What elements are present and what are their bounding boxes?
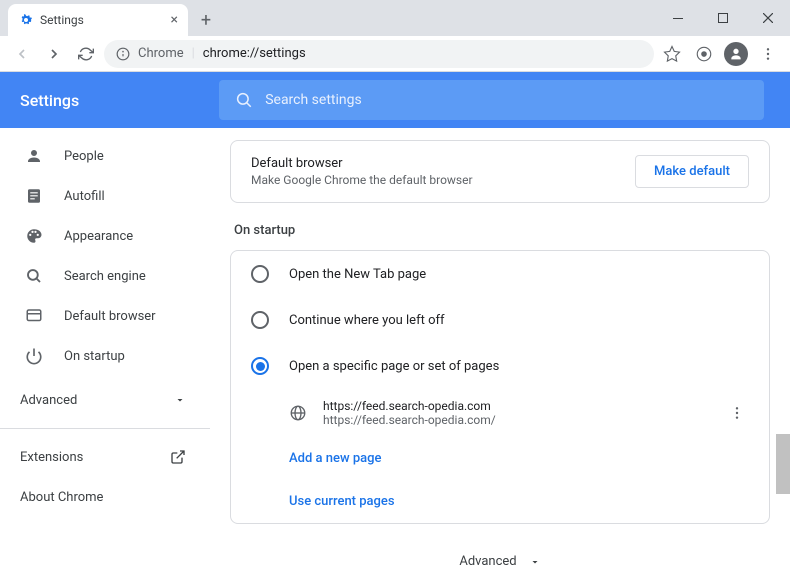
settings-content: Default browser Make Google Chrome the d… <box>210 128 790 574</box>
palette-icon <box>24 227 44 245</box>
startup-radio-new-tab[interactable]: Open the New Tab page <box>231 251 769 297</box>
maximize-button[interactable] <box>700 0 745 36</box>
sidebar-item-label: Appearance <box>64 229 133 244</box>
radio-selected-icon <box>251 357 269 375</box>
omnibox-url: chrome://settings <box>203 46 306 61</box>
close-tab-icon[interactable]: × <box>171 12 178 28</box>
person-icon <box>24 147 44 165</box>
window-titlebar: Settings × + <box>0 0 790 36</box>
default-browser-subtitle: Make Google Chrome the default browser <box>251 173 473 187</box>
advanced-label: Advanced <box>459 554 516 569</box>
radio-unselected-icon <box>251 311 269 329</box>
omnibox-prefix: Chrome <box>138 46 184 61</box>
tab-title: Settings <box>40 13 84 27</box>
browser-icon <box>24 307 44 325</box>
sidebar-extensions-label: Extensions <box>20 450 83 465</box>
reload-button[interactable] <box>72 40 100 68</box>
sidebar-about-label: About Chrome <box>20 490 103 505</box>
sidebar-item-label: On startup <box>64 349 125 364</box>
gear-icon <box>18 12 34 28</box>
close-window-button[interactable] <box>745 0 790 36</box>
forward-button[interactable] <box>40 40 68 68</box>
minimize-button[interactable] <box>655 0 700 36</box>
make-default-button[interactable]: Make default <box>635 155 749 188</box>
sidebar-item-label: People <box>64 149 104 164</box>
sidebar-about-chrome[interactable]: About Chrome <box>0 477 210 517</box>
sidebar-item-label: Default browser <box>64 309 156 324</box>
bookmark-icon[interactable] <box>658 40 686 68</box>
default-browser-title: Default browser <box>251 156 473 171</box>
radio-label: Open a specific page or set of pages <box>289 359 499 374</box>
radio-unselected-icon <box>251 265 269 283</box>
startup-page-url: https://feed.search-opedia.com <box>323 399 709 413</box>
address-bar[interactable]: Chrome | chrome://settings <box>104 40 654 68</box>
sidebar-item-label: Search engine <box>64 269 146 284</box>
radio-label: Open the New Tab page <box>289 267 426 282</box>
back-button[interactable] <box>8 40 36 68</box>
on-startup-card: Open the New Tab page Continue where you… <box>230 250 770 524</box>
radio-label: Continue where you left off <box>289 313 445 328</box>
autofill-icon <box>24 187 44 205</box>
power-icon <box>24 347 44 365</box>
chevron-down-icon <box>174 394 186 406</box>
sidebar-item-on-startup[interactable]: On startup <box>0 336 210 376</box>
menu-icon[interactable] <box>754 40 782 68</box>
sidebar-advanced-toggle[interactable]: Advanced <box>0 380 210 420</box>
page-title: Settings <box>20 91 79 110</box>
default-browser-card: Default browser Make Google Chrome the d… <box>230 140 770 203</box>
browser-toolbar: Chrome | chrome://settings <box>0 36 790 72</box>
sidebar-extensions[interactable]: Extensions <box>0 437 210 477</box>
profile-avatar[interactable] <box>722 40 750 68</box>
startup-page-url-full: https://feed.search-opedia.com/ <box>323 413 709 427</box>
search-icon <box>235 91 253 109</box>
info-icon <box>116 47 130 61</box>
chevron-down-icon <box>529 556 541 568</box>
search-settings-input[interactable]: Search settings <box>219 80 764 120</box>
search-placeholder: Search settings <box>265 92 362 108</box>
on-startup-section-title: On startup <box>234 223 770 238</box>
external-link-icon <box>170 449 186 465</box>
sidebar-advanced-label: Advanced <box>20 393 77 408</box>
sidebar-item-autofill[interactable]: Autofill <box>0 176 210 216</box>
startup-page-row: https://feed.search-opedia.com https://f… <box>231 389 769 437</box>
window-controls <box>655 0 790 36</box>
globe-icon <box>289 404 307 422</box>
sidebar-item-default-browser[interactable]: Default browser <box>0 296 210 336</box>
advanced-toggle-bottom[interactable]: Advanced <box>230 554 770 569</box>
more-options-button[interactable] <box>725 401 749 425</box>
extension-icon[interactable] <box>690 40 718 68</box>
startup-radio-specific-pages[interactable]: Open a specific page or set of pages <box>231 343 769 389</box>
startup-radio-continue[interactable]: Continue where you left off <box>231 297 769 343</box>
sidebar-item-people[interactable]: People <box>0 136 210 176</box>
scrollbar-thumb[interactable] <box>776 434 790 494</box>
sidebar-item-appearance[interactable]: Appearance <box>0 216 210 256</box>
new-tab-button[interactable]: + <box>192 6 220 34</box>
sidebar: People Autofill Appearance Search engine… <box>0 128 210 574</box>
search-icon <box>24 267 44 285</box>
browser-tab[interactable]: Settings × <box>8 4 188 36</box>
add-new-page-link[interactable]: Add a new page <box>231 437 769 480</box>
sidebar-item-label: Autofill <box>64 189 105 204</box>
use-current-pages-link[interactable]: Use current pages <box>231 480 769 523</box>
divider <box>0 428 210 429</box>
settings-header: Settings Search settings <box>0 72 790 128</box>
sidebar-item-search-engine[interactable]: Search engine <box>0 256 210 296</box>
